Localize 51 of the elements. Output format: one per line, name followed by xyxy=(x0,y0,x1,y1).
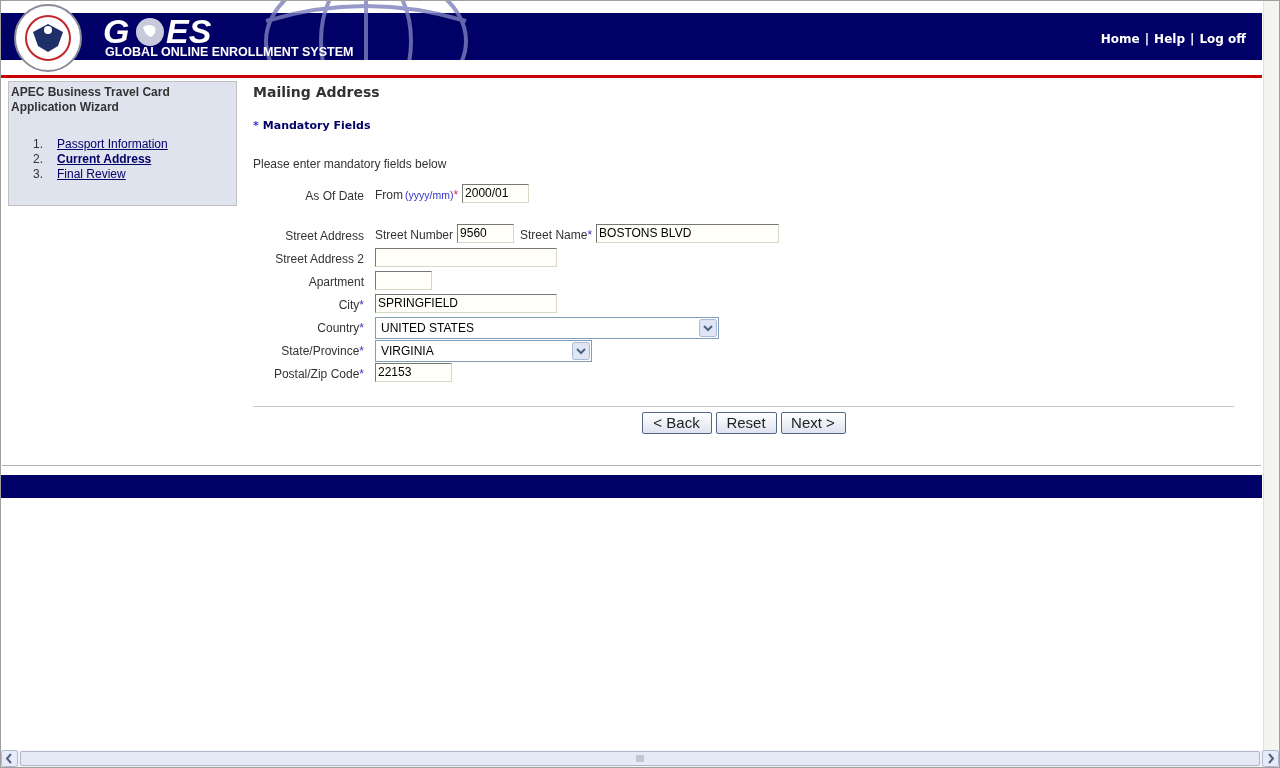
header-link[interactable]: Home xyxy=(1100,30,1140,48)
step-link[interactable]: Current Address xyxy=(57,152,152,167)
text-field[interactable]: 9560 xyxy=(457,223,515,243)
asterisk: * xyxy=(359,343,364,358)
field-caption: Street Name xyxy=(520,227,588,242)
form-button[interactable]: Reset xyxy=(715,411,777,434)
dropdown[interactable]: VIRGINIA xyxy=(375,339,592,362)
globe-icon xyxy=(135,17,165,47)
step-number: 2. xyxy=(33,152,44,167)
field-label: Country xyxy=(317,320,360,335)
chevron-down-icon xyxy=(699,318,717,337)
field-label: Street Address xyxy=(285,228,364,243)
step-link[interactable]: Passport Information xyxy=(57,137,168,152)
field-label: Postal/Zip Code xyxy=(273,366,360,381)
field-label: Apartment xyxy=(308,274,364,289)
asterisk: * xyxy=(359,366,364,381)
asterisk: * xyxy=(253,118,259,134)
text-field[interactable]: SPRINGFIELD xyxy=(375,293,557,313)
text-field[interactable]: 2000/01 xyxy=(462,183,530,203)
asterisk: * xyxy=(359,320,364,335)
field-label: City xyxy=(338,297,360,312)
form-button[interactable]: Next > xyxy=(780,411,846,434)
text-field[interactable]: BOSTONS BLVD xyxy=(596,223,780,243)
vertical-scrollbar[interactable] xyxy=(1263,1,1279,750)
text-field[interactable] xyxy=(375,247,557,267)
step-link[interactable]: Final Review xyxy=(57,167,126,182)
mandatory-note: Mandatory Fields xyxy=(262,118,371,134)
header-link[interactable]: Log off xyxy=(1199,30,1246,48)
asterisk: * xyxy=(587,227,593,242)
page-heading: Mailing Address xyxy=(253,83,381,101)
dropdown[interactable]: UNITED STATES xyxy=(375,316,719,339)
asterisk: * xyxy=(453,187,459,202)
form-button[interactable]: < Back xyxy=(641,411,712,434)
sidebar-title: APEC Business Travel Card Application Wizard xyxy=(11,85,171,115)
separator: | xyxy=(1190,31,1195,48)
header-link[interactable]: Help xyxy=(1154,30,1185,48)
field-label: Street Address 2 xyxy=(275,251,364,266)
step-number: 3. xyxy=(33,167,44,182)
field-label: State/Province xyxy=(281,343,360,358)
asterisk: * xyxy=(359,297,364,312)
field-label: As Of Date xyxy=(305,188,364,203)
text-field[interactable]: 22153 xyxy=(375,362,452,382)
separator: | xyxy=(1144,31,1150,48)
text-field[interactable] xyxy=(375,270,432,290)
field-caption: Street Number xyxy=(375,227,454,242)
step-number: 1. xyxy=(33,137,44,152)
format-hint: (yyyy/mm) xyxy=(405,187,454,202)
field-caption: From xyxy=(375,187,403,202)
instructions: Please enter mandatory fields below xyxy=(253,155,448,173)
chevron-down-icon xyxy=(572,341,590,360)
grip-icon xyxy=(636,755,644,762)
